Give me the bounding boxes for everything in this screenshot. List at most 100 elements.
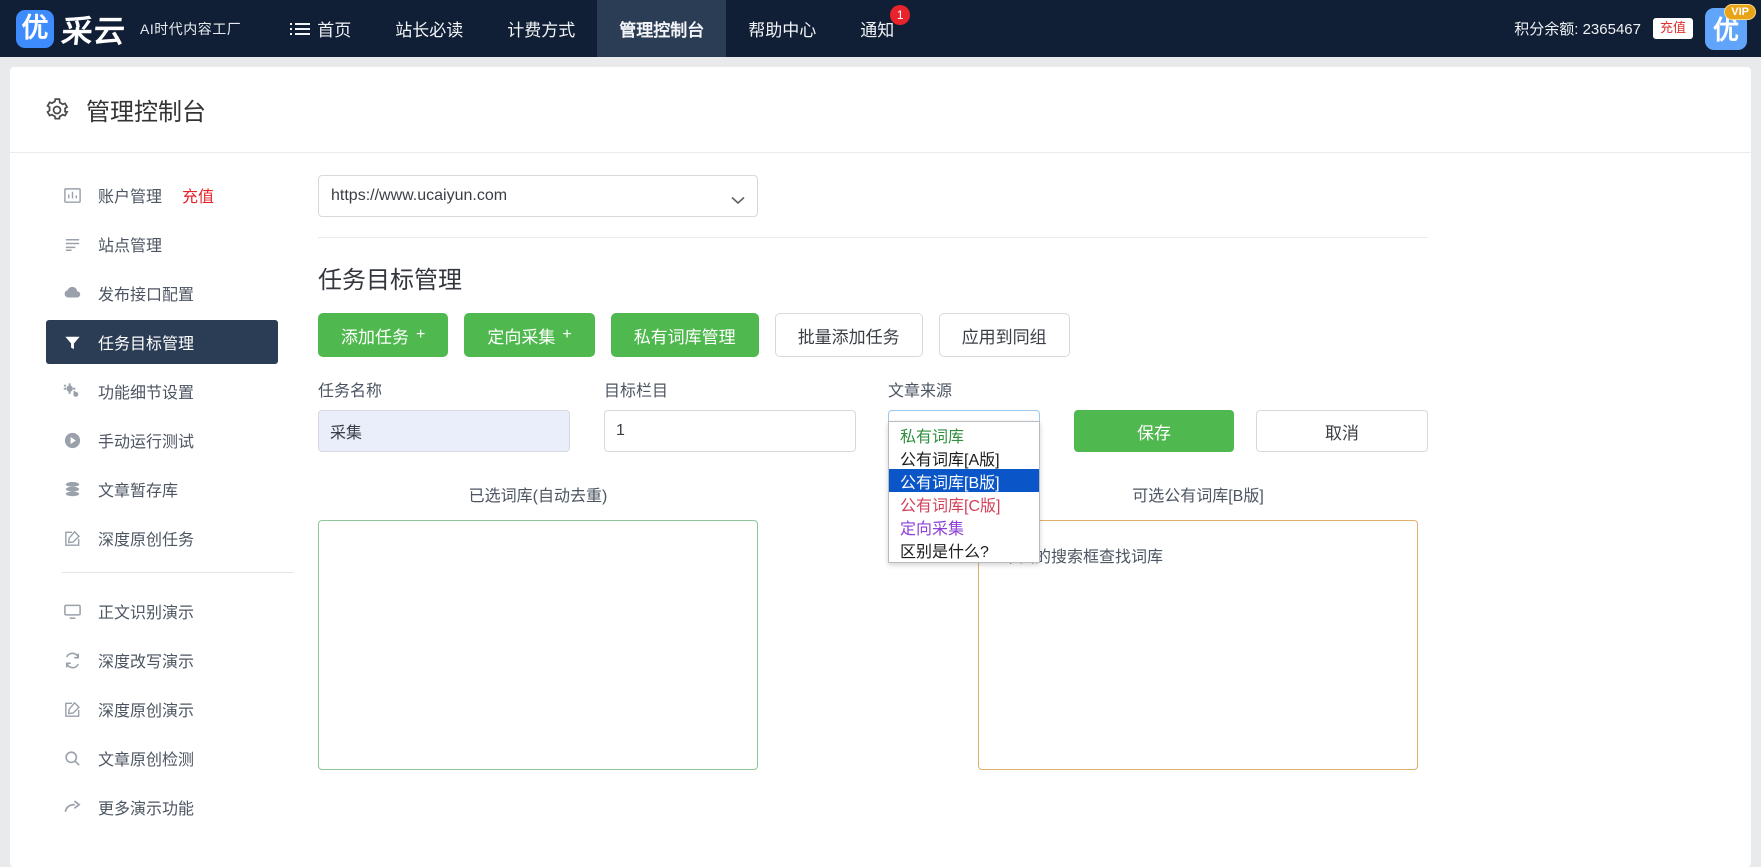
dropdown-option-private-lexicon[interactable]: 私有词库 <box>889 423 1039 446</box>
sidebar-item-task-targets[interactable]: 任务目标管理 <box>46 320 278 364</box>
page-body: 账户管理 充值 站点管理 发布接口配置 任务目标管理 功能细节设置 手动运行测试… <box>10 153 1751 834</box>
dropdown-option-public-c[interactable]: 公有词库[C版] <box>889 492 1039 515</box>
action-button-row: 添加任务 + 定向采集 + 私有词库管理 批量添加任务 应用到同组 <box>318 313 1721 357</box>
nav-item-home[interactable]: 首页 <box>273 0 373 57</box>
sidebar-item-label: 站点管理 <box>98 238 163 255</box>
button-label: 应用到同组 <box>961 327 1047 347</box>
button-label: 定向采集 <box>487 327 556 347</box>
sidebar-item-label: 文章暂存库 <box>98 483 179 500</box>
chevron-down-icon <box>731 192 745 204</box>
dropdown-option-label: 定向采集 <box>900 520 965 538</box>
credit-balance-label: 积分余额: 2365467 <box>1514 21 1641 38</box>
notification-count-badge: 1 <box>890 5 911 25</box>
target-column-value: 1 <box>616 422 625 439</box>
sidebar-item-deep-original-task[interactable]: 深度原创任务 <box>46 516 278 560</box>
page-card: 管理控制台 账户管理 充值 站点管理 发布接口配置 任务目标管理 功能细节设置 … <box>10 67 1751 867</box>
add-task-button[interactable]: 添加任务 + <box>318 313 449 357</box>
dropdown-option-label: 公有词库[B版] <box>900 474 1000 492</box>
target-column-label: 目标栏目 <box>604 383 669 400</box>
target-column-input[interactable]: 1 <box>604 410 856 452</box>
sidebar-item-more-demos[interactable]: 更多演示功能 <box>46 785 278 829</box>
site-select[interactable]: https://www.ucaiyun.com <box>318 175 758 217</box>
dropdown-option-label: 公有词库[A版] <box>900 451 1000 469</box>
list-icon <box>290 22 311 35</box>
nav-item-label: 管理控制台 <box>619 21 705 40</box>
target-column-field: 目标栏目 1 <box>604 377 856 452</box>
targeted-collect-button[interactable]: 定向采集 + <box>464 313 595 357</box>
plus-icon: + <box>562 326 572 343</box>
sidebar-item-article-store[interactable]: 文章暂存库 <box>46 467 278 511</box>
task-name-value: 采集 <box>330 425 363 442</box>
sidebar-item-label: 正文识别演示 <box>98 605 195 622</box>
chart-bar-icon <box>62 185 82 205</box>
avatar[interactable]: 优 VIP <box>1705 3 1756 50</box>
sidebar-recharge-link[interactable]: 充值 <box>182 183 214 207</box>
task-name-field: 任务名称 采集 <box>318 377 570 452</box>
save-button[interactable]: 保存 <box>1074 410 1234 452</box>
section-title: 任务目标管理 <box>318 267 462 294</box>
task-name-label: 任务名称 <box>318 383 383 400</box>
nav-item-webmaster-guide[interactable]: 站长必读 <box>373 0 485 57</box>
available-lexicon-list[interactable]: 下面的搜索框查找词库 <box>978 520 1418 770</box>
sidebar-item-original-demo[interactable]: 深度原创演示 <box>46 687 278 731</box>
search-icon <box>62 748 82 768</box>
dropdown-option-whats-difference[interactable]: 区别是什么? <box>889 538 1039 561</box>
edit-square-icon <box>62 528 82 548</box>
nav-item-console[interactable]: 管理控制台 <box>597 0 727 57</box>
available-lexicon-title: 可选公有词库[B版] <box>1132 488 1264 505</box>
button-label: 取消 <box>1325 423 1359 443</box>
dropdown-option-targeted-collect[interactable]: 定向采集 <box>889 515 1039 538</box>
sidebar-item-content-detect-demo[interactable]: 正文识别演示 <box>46 589 278 633</box>
brand-logo[interactable]: 优 采云 AI时代内容工厂 <box>0 0 241 57</box>
dropdown-option-public-b[interactable]: 公有词库[B版] <box>889 469 1039 492</box>
dropdown-option-label: 私有词库 <box>900 428 965 446</box>
sidebar-item-manual-test[interactable]: 手动运行测试 <box>46 418 278 462</box>
page-header: 管理控制台 <box>10 67 1751 153</box>
logo-wordmark: 采云 <box>59 14 128 49</box>
dropdown-option-public-a[interactable]: 公有词库[A版] <box>889 446 1039 469</box>
available-lexicon-panel: 可选公有词库[B版] 下面的搜索框查找词库 <box>978 482 1418 770</box>
sidebar-item-label: 深度改写演示 <box>98 654 195 671</box>
vip-badge: VIP <box>1724 3 1756 20</box>
logo-mark-icon: 优 <box>16 9 54 48</box>
nav-item-pricing[interactable]: 计费方式 <box>485 0 597 57</box>
article-source-dropdown[interactable]: 私有词库 公有词库[A版] 公有词库[B版] 公有词库[C版] 定向采集 区别是… <box>888 421 1040 563</box>
sidebar-item-label: 手动运行测试 <box>98 434 195 451</box>
divider <box>318 237 1428 238</box>
arrow-share-icon <box>62 797 82 817</box>
batch-add-task-button[interactable]: 批量添加任务 <box>774 313 923 357</box>
button-label: 保存 <box>1137 423 1171 443</box>
sidebar-item-account[interactable]: 账户管理 充值 <box>46 173 278 217</box>
main-nav: 首页 站长必读 计费方式 管理控制台 帮助中心 通知 1 <box>273 0 916 57</box>
cancel-button[interactable]: 取消 <box>1256 410 1428 452</box>
sidebar-item-label: 账户管理 <box>98 189 163 206</box>
sidebar-item-sites[interactable]: 站点管理 <box>46 222 278 266</box>
nav-item-label: 站长必读 <box>395 21 464 40</box>
logo-tagline: AI时代内容工厂 <box>140 20 242 37</box>
task-form-row: 任务名称 采集 目标栏目 1 文章来源 公有词库[B版] <box>318 377 1721 563</box>
sidebar-item-publish-api[interactable]: 发布接口配置 <box>46 271 278 315</box>
nav-item-label: 首页 <box>317 21 352 40</box>
sidebar-item-feature-settings[interactable]: 功能细节设置 <box>46 369 278 413</box>
nav-item-notifications[interactable]: 通知 1 <box>838 0 916 57</box>
topbar-account-area: 积分余额: 2365467 充值 优 VIP <box>1514 0 1761 57</box>
edit-square-icon <box>62 699 82 719</box>
task-name-input[interactable]: 采集 <box>318 410 570 452</box>
database-icon <box>62 479 82 499</box>
sidebar-item-label: 功能细节设置 <box>98 385 195 402</box>
recharge-button[interactable]: 充值 <box>1652 18 1693 39</box>
article-source-field: 文章来源 公有词库[B版] 私有词库 <box>888 377 1040 563</box>
refresh-icon <box>62 650 82 670</box>
list-lines-icon <box>62 234 82 254</box>
nav-item-help-center[interactable]: 帮助中心 <box>726 0 838 57</box>
sidebar-item-rewrite-demo[interactable]: 深度改写演示 <box>46 638 278 682</box>
sidebar: 账户管理 充值 站点管理 发布接口配置 任务目标管理 功能细节设置 手动运行测试… <box>10 153 294 834</box>
private-lexicon-button[interactable]: 私有词库管理 <box>610 313 759 357</box>
sidebar-item-originality-check[interactable]: 文章原创检测 <box>46 736 278 780</box>
selected-lexicon-list[interactable] <box>318 520 758 770</box>
sidebar-divider <box>62 572 294 573</box>
cogs-icon <box>62 381 82 401</box>
dropdown-option-label: 区别是什么? <box>900 543 989 561</box>
apply-to-group-button[interactable]: 应用到同组 <box>938 313 1070 357</box>
sidebar-item-label: 发布接口配置 <box>98 287 195 304</box>
